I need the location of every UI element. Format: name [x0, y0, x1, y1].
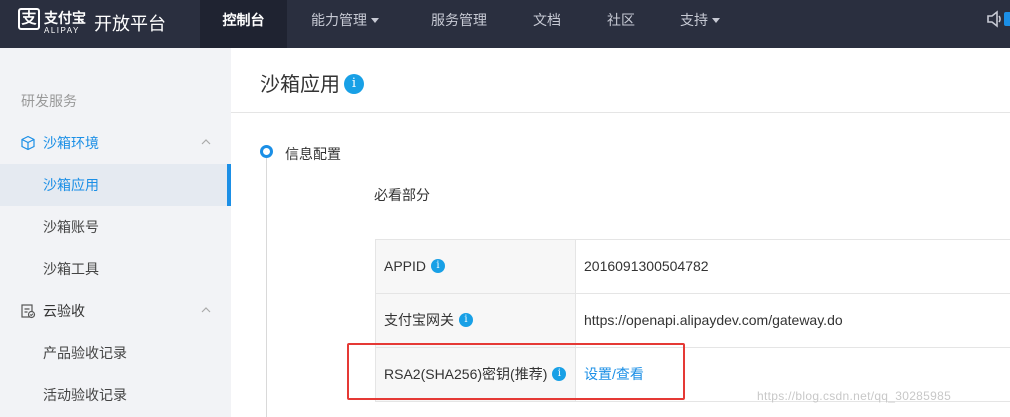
sidebar-section-title: 研发服务 — [21, 93, 77, 109]
chevron-down-icon — [712, 17, 720, 23]
sidebar-group-cloud-acceptance-label: 云验收 — [43, 303, 85, 319]
sidebar-item-sandbox-tools[interactable]: 沙箱工具 — [0, 248, 231, 290]
top-navigation-bar: 支 支付宝 ALIPAY 开放平台 控制台 能力管理 服务管理 文档 社区 支持 — [0, 0, 1010, 48]
row-key-label: APPID — [384, 258, 427, 274]
annotation-highlight-box — [347, 343, 685, 400]
step-label-info-config: 信息配置 — [285, 146, 341, 162]
row-key-gateway: 支付宝网关 i — [375, 294, 576, 347]
sidebar-group-sandbox[interactable]: 沙箱环境 — [0, 123, 231, 163]
table-row: 支付宝网关 i https://openapi.alipaydev.com/gat… — [375, 294, 1010, 348]
page-title-text: 沙箱应用 — [260, 74, 340, 96]
nav-community[interactable]: 社区 — [592, 0, 650, 48]
row-key-label: 支付宝网关 — [384, 312, 454, 328]
cube-icon — [21, 135, 35, 151]
row-key-appid: APPID i — [375, 240, 576, 293]
sidebar: 研发服务 沙箱环境 沙箱应用 沙箱账号 沙箱工具 云验收 产品验收记录 活动验收 — [0, 48, 231, 417]
alipay-logo-mark-icon: 支 — [18, 8, 40, 30]
row-value-appid: 2016091300504782 — [584, 258, 709, 274]
chevron-up-icon — [201, 307, 211, 313]
notification-badge[interactable] — [1004, 12, 1010, 26]
nav-support-label: 支持 — [680, 12, 708, 28]
sidebar-item-label: 活动验收记录 — [43, 387, 127, 403]
logo-text-cn: 支付宝 — [44, 10, 86, 26]
nav-capability-management[interactable]: 能力管理 — [297, 0, 393, 48]
platform-title[interactable]: 开放平台 — [94, 10, 166, 36]
nav-console-label: 控制台 — [222, 12, 265, 28]
chevron-up-icon — [201, 139, 211, 145]
sidebar-item-label: 沙箱账号 — [43, 219, 99, 235]
sidebar-item-label: 沙箱工具 — [43, 261, 99, 277]
step-indicator-icon — [260, 145, 273, 158]
sidebar-group-cloud-acceptance[interactable]: 云验收 — [0, 291, 231, 331]
nav-support[interactable]: 支持 — [668, 0, 732, 48]
checklist-icon — [21, 304, 36, 319]
sidebar-item-sandbox-account[interactable]: 沙箱账号 — [0, 206, 231, 248]
sidebar-item-product-acceptance-records[interactable]: 产品验收记录 — [0, 332, 231, 374]
nav-docs-label: 文档 — [533, 12, 561, 28]
sidebar-group-sandbox-label: 沙箱环境 — [43, 135, 99, 151]
sidebar-item-label: 沙箱应用 — [43, 177, 99, 193]
nav-console[interactable]: 控制台 — [200, 0, 287, 48]
alipay-logo[interactable]: 支 支付宝 ALIPAY — [18, 8, 86, 40]
chevron-down-icon — [371, 17, 379, 23]
nav-service-management-label: 服务管理 — [431, 12, 487, 28]
row-value-gateway: https://openapi.alipaydev.com/gateway.do — [584, 312, 843, 328]
info-icon[interactable]: i — [431, 258, 446, 273]
sidebar-item-activity-acceptance-records[interactable]: 活动验收记录 — [0, 374, 231, 416]
section-subheading: 必看部分 — [374, 187, 430, 203]
speaker-icon[interactable] — [986, 10, 1004, 28]
table-row: APPID i 2016091300504782 — [375, 240, 1010, 294]
page-title: 沙箱应用 i — [260, 68, 364, 97]
watermark-text: https://blog.csdn.net/qq_30285985 — [757, 389, 952, 403]
nav-docs[interactable]: 文档 — [518, 0, 576, 48]
info-icon[interactable]: i — [344, 74, 364, 95]
step-connector-line — [266, 158, 267, 417]
logo-text-en: ALIPAY — [44, 26, 80, 35]
nav-capability-management-label: 能力管理 — [311, 12, 367, 28]
info-icon[interactable]: i — [459, 312, 473, 327]
nav-community-label: 社区 — [607, 12, 635, 28]
nav-service-management[interactable]: 服务管理 — [415, 0, 503, 48]
sidebar-item-sandbox-app[interactable]: 沙箱应用 — [0, 164, 231, 206]
divider — [231, 112, 1010, 113]
sidebar-item-label: 产品验收记录 — [43, 345, 127, 361]
